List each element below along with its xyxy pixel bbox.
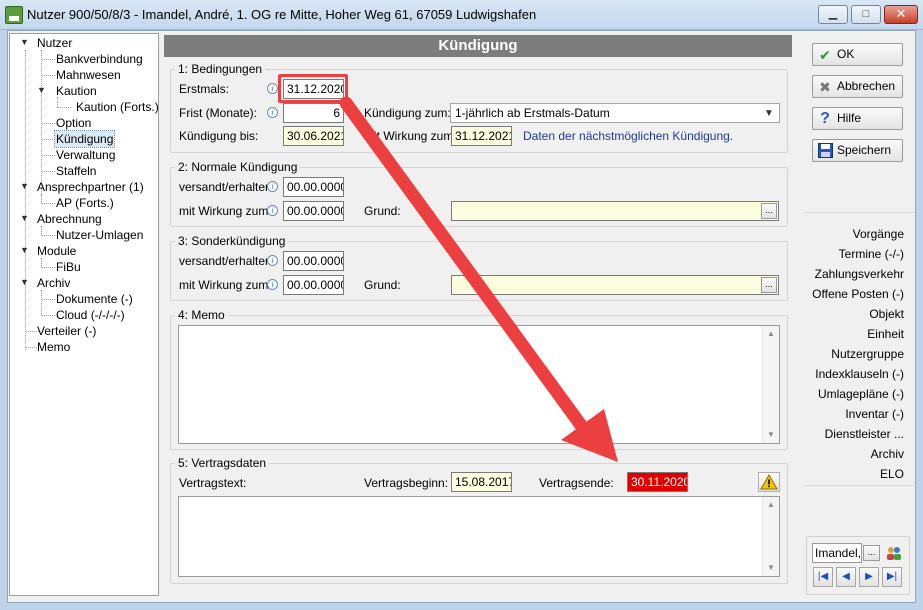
annotation-arrow [339,96,618,462]
